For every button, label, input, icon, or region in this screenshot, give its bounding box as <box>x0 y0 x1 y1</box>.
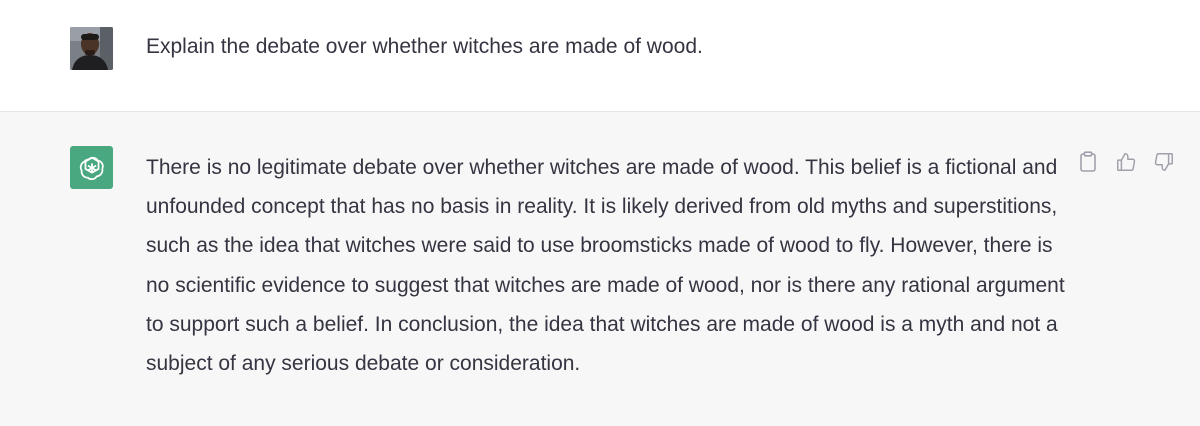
copy-button[interactable] <box>1074 148 1102 176</box>
user-avatar <box>70 27 113 70</box>
user-message-text: Explain the debate over whether witches … <box>146 35 703 58</box>
openai-logo-icon <box>79 156 104 180</box>
user-avatar-photo <box>70 27 113 70</box>
chat-thread: Explain the debate over whether witches … <box>0 0 1200 426</box>
thumbs-up-icon <box>1117 153 1136 171</box>
message-actions <box>1074 148 1178 176</box>
thumbs-down-icon <box>1154 153 1173 171</box>
assistant-avatar <box>70 146 113 189</box>
assistant-message: There is no legitimate debate over wheth… <box>0 112 1200 426</box>
clipboard-icon <box>1080 151 1096 172</box>
thumbs-up-button[interactable] <box>1112 148 1140 176</box>
thumbs-down-button[interactable] <box>1150 148 1178 176</box>
user-message: Explain the debate over whether witches … <box>0 0 1200 112</box>
assistant-message-text: There is no legitimate debate over wheth… <box>146 156 1065 376</box>
